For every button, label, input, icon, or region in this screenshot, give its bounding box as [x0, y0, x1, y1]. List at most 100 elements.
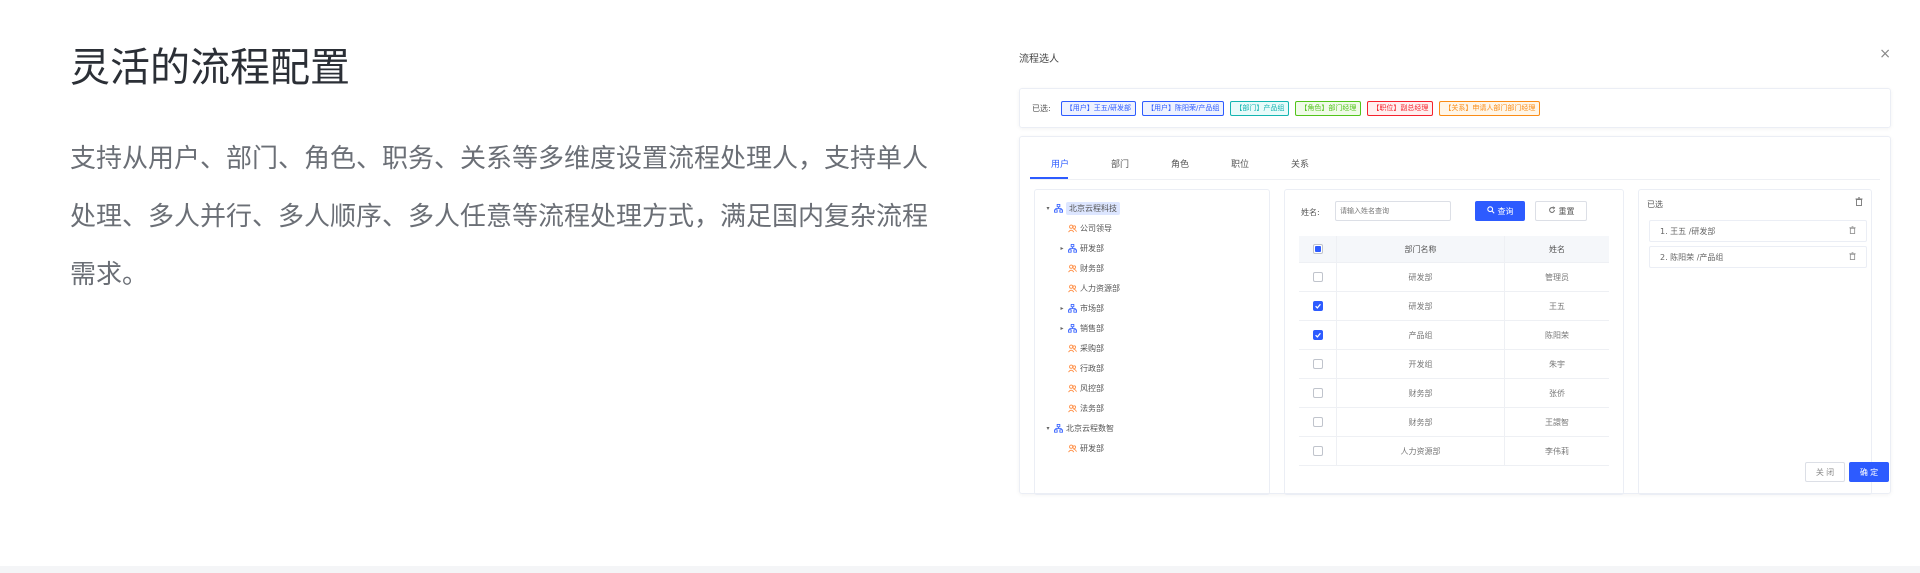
- remove-trash-icon[interactable]: [1849, 226, 1856, 236]
- row-checkbox[interactable]: [1312, 446, 1323, 456]
- row-checkbox[interactable]: [1312, 301, 1323, 311]
- close-icon[interactable]: ×: [1879, 47, 1891, 61]
- close-button[interactable]: 关 闭: [1805, 462, 1845, 482]
- selected-tag[interactable]: 【用户】陈阳荣/产品组: [1142, 100, 1225, 116]
- tab-3[interactable]: 职位: [1210, 145, 1270, 178]
- cell-dept: 开发组: [1337, 350, 1505, 378]
- selected-tag[interactable]: 【关系】申请人部门部门经理: [1439, 100, 1541, 116]
- table-row[interactable]: 财务部 王譞智: [1299, 408, 1609, 437]
- page-bottom-band: [0, 566, 1920, 573]
- row-checkbox[interactable]: [1312, 359, 1323, 369]
- tree-node[interactable]: ▾ 北京云程数智: [1043, 420, 1114, 436]
- tree-node-label: 人力资源部: [1080, 283, 1120, 293]
- tree-node[interactable]: ▸ 研发部: [1057, 240, 1104, 256]
- selected-tag-list: 【用户】王五/研发部 【用户】陈阳荣/产品组 【部门】产品组 【角色】部门经理 【职位】…: [1060, 100, 1541, 116]
- selection-card: 用户部门角色职位关系 ▾北京云程科技▸公司领导▸研发部▸财务部▸人力资源部▸市场…: [1019, 136, 1891, 495]
- department-icon: [1067, 263, 1077, 273]
- selected-tag[interactable]: 【职位】副总经理: [1367, 100, 1434, 116]
- cell-dept: 研发部: [1337, 292, 1505, 320]
- row-checkbox[interactable]: [1312, 417, 1323, 427]
- name-search-input[interactable]: [1335, 201, 1451, 221]
- tree-node[interactable]: ▸行政部: [1057, 360, 1104, 376]
- caret-down-icon[interactable]: ▾: [1043, 425, 1053, 432]
- table-row[interactable]: 财务部 张侨: [1299, 379, 1609, 408]
- search-icon: [1486, 206, 1495, 216]
- tree-node[interactable]: ▸研发部: [1057, 440, 1104, 456]
- department-icon: [1067, 443, 1077, 453]
- people-table: 部门名称 姓名 研发部 管理员 研发部 王五产品组 陈阳荣开发组 朱宇财务部 张侨 财务部 王譞…: [1299, 236, 1609, 466]
- select-all-checkbox[interactable]: [1312, 244, 1323, 254]
- row-checkbox[interactable]: [1312, 388, 1323, 398]
- table-row[interactable]: 产品组 陈阳荣: [1299, 321, 1609, 350]
- dialog-footer: 关 闭 确 定: [1805, 462, 1889, 482]
- tab-2[interactable]: 角色: [1150, 145, 1210, 178]
- selected-person-label: 1. 王五 /研发部: [1660, 226, 1716, 236]
- table-row[interactable]: 研发部 王五: [1299, 292, 1609, 321]
- department-icon: [1067, 403, 1077, 413]
- table-header-row: 部门名称 姓名: [1299, 236, 1609, 263]
- clear-all-trash-icon[interactable]: [1855, 197, 1863, 209]
- cell-name: 张侨: [1549, 388, 1565, 398]
- caret-right-icon[interactable]: ▸: [1057, 245, 1067, 252]
- department-icon: [1067, 383, 1077, 393]
- tree-node-label: 研发部: [1080, 443, 1104, 453]
- tree-node[interactable]: ▸法务部: [1057, 400, 1104, 416]
- row-checkbox[interactable]: [1312, 330, 1323, 340]
- table-row[interactable]: 开发组 朱宇: [1299, 350, 1609, 379]
- tree-node[interactable]: ▸财务部: [1057, 260, 1104, 276]
- confirm-button[interactable]: 确 定: [1849, 462, 1889, 482]
- cell-name: 王譞智: [1545, 417, 1569, 427]
- tab-0[interactable]: 用户: [1030, 145, 1090, 178]
- cell-name: 陈阳荣: [1545, 330, 1569, 340]
- table-row[interactable]: 人力资源部 李伟莉: [1299, 437, 1609, 466]
- tree-node-label: 公司领导: [1080, 223, 1112, 233]
- tree-node-label: 风控部: [1080, 383, 1104, 393]
- selected-tag[interactable]: 【用户】王五/研发部: [1060, 100, 1137, 116]
- org-structure-icon: [1067, 323, 1077, 333]
- department-icon: [1067, 223, 1077, 233]
- cell-dept: 产品组: [1337, 321, 1505, 349]
- tree-node-label: 研发部: [1080, 243, 1104, 253]
- column-header-name: 姓名: [1549, 244, 1565, 254]
- tree-node[interactable]: ▸公司领导: [1057, 220, 1112, 236]
- org-structure-icon: [1053, 423, 1063, 433]
- selected-tag[interactable]: 【角色】部门经理: [1295, 100, 1362, 116]
- tree-node-label: 行政部: [1080, 363, 1104, 373]
- cell-dept: 人力资源部: [1337, 437, 1505, 465]
- caret-right-icon[interactable]: ▸: [1057, 325, 1067, 332]
- tree-node-label: 采购部: [1080, 343, 1104, 353]
- selected-summary-bar: 已选: 【用户】王五/研发部 【用户】陈阳荣/产品组 【部门】产品组 【角色】部门经理…: [1019, 88, 1891, 128]
- caret-down-icon[interactable]: ▾: [1043, 205, 1053, 212]
- table-row[interactable]: 研发部 管理员: [1299, 263, 1609, 292]
- row-checkbox[interactable]: [1312, 272, 1323, 282]
- remove-trash-icon[interactable]: [1849, 252, 1856, 262]
- tab-1[interactable]: 部门: [1090, 145, 1150, 178]
- select-people-dialog: 流程选人 × 已选: 【用户】王五/研发部 【用户】陈阳荣/产品组 【部门】产品组【…: [1005, 40, 1901, 495]
- cell-name: 王五: [1549, 301, 1565, 311]
- reset-button[interactable]: 重置: [1535, 201, 1587, 221]
- tree-node[interactable]: ▸风控部: [1057, 380, 1104, 396]
- query-button[interactable]: 查询: [1475, 201, 1525, 221]
- selected-people-panel: 已选 1. 王五 /研发部 2. 陈阳荣 /产品组: [1638, 189, 1872, 495]
- org-tree: ▾北京云程科技▸公司领导▸研发部▸财务部▸人力资源部▸市场部▸销售部▸采购部▸行…: [1034, 189, 1270, 495]
- caret-right-icon[interactable]: ▸: [1057, 305, 1067, 312]
- tree-node-label: 财务部: [1080, 263, 1104, 273]
- tab-4[interactable]: 关系: [1270, 145, 1330, 178]
- tree-node-label: 销售部: [1080, 323, 1104, 333]
- selected-person-item: 2. 陈阳荣 /产品组: [1649, 246, 1867, 268]
- tree-node[interactable]: ▸人力资源部: [1057, 280, 1120, 296]
- tree-node[interactable]: ▸ 销售部: [1057, 320, 1104, 336]
- org-structure-icon: [1067, 303, 1077, 313]
- department-icon: [1067, 363, 1077, 373]
- column-header-dept: 部门名称: [1337, 236, 1505, 262]
- hero-title: 灵活的流程配置: [70, 45, 350, 91]
- tree-node[interactable]: ▸ 市场部: [1057, 300, 1104, 316]
- cell-name: 朱宇: [1549, 359, 1565, 369]
- selection-tabs: 用户 部门 角色 职位 关系: [1030, 145, 1330, 178]
- selected-tag[interactable]: 【部门】产品组: [1230, 100, 1290, 116]
- tree-node-label: 市场部: [1080, 303, 1104, 313]
- tree-node-label: 法务部: [1080, 403, 1104, 413]
- tree-node[interactable]: ▾ 北京云程科技: [1043, 200, 1120, 216]
- selected-person-item: 1. 王五 /研发部: [1649, 220, 1867, 242]
- tree-node[interactable]: ▸采购部: [1057, 340, 1104, 356]
